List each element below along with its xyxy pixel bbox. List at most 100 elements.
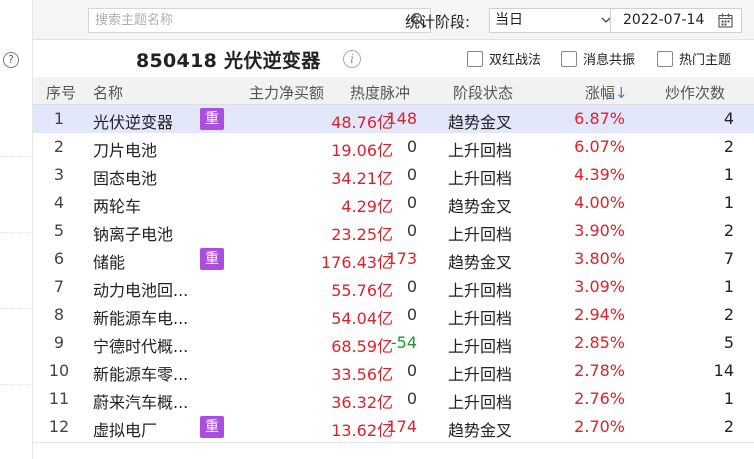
table-row[interactable]: 2 刀片电池 19.06亿 0 上升回档 6.07% 2 xyxy=(33,133,754,161)
page-title: 850418 光伏逆变器 xyxy=(136,50,321,72)
row-heat: 173 xyxy=(386,249,417,268)
key-topic-badge: 重 xyxy=(200,416,224,438)
table-row[interactable]: 10 新能源车零... 33.56亿 0 上升回档 2.78% 14 xyxy=(33,357,754,385)
key-topic-badge: 重 xyxy=(200,248,224,270)
row-change: 4.00% xyxy=(574,193,625,212)
table-row[interactable]: 4 两轮车 4.29亿 0 趋势金叉 4.00% 1 xyxy=(33,189,754,217)
column-header-stage[interactable]: 阶段状态 xyxy=(453,82,513,103)
checkbox[interactable] xyxy=(467,51,483,67)
row-name: 刀片电池 xyxy=(93,141,158,160)
row-name: 固态电池 xyxy=(93,169,158,188)
row-net-buy: 13.62亿 xyxy=(331,421,393,440)
table-row[interactable]: 9 宁德时代概... 68.59亿 -54 上升回档 2.85% 5 xyxy=(33,329,754,357)
row-change: 3.09% xyxy=(574,277,625,296)
row-stage: 趋势金叉 xyxy=(448,253,513,272)
row-heat: 0 xyxy=(406,389,417,408)
row-change: 2.76% xyxy=(574,389,625,408)
row-stage: 上升回档 xyxy=(448,281,513,300)
row-count: 4 xyxy=(723,109,734,128)
column-header-count[interactable]: 炒作次数 xyxy=(665,82,725,103)
row-name: 新能源车零... xyxy=(93,365,189,384)
row-name: 虚拟电厂 xyxy=(93,421,158,440)
row-heat: 0 xyxy=(406,137,417,156)
column-header-index[interactable]: 序号 xyxy=(46,82,76,103)
row-change: 2.94% xyxy=(574,305,625,324)
row-name: 宁德时代概... xyxy=(93,337,189,356)
help-icon[interactable]: ? xyxy=(3,52,19,68)
row-net-buy: 33.56亿 xyxy=(331,365,393,384)
row-name: 光伏逆变器 xyxy=(93,113,174,132)
row-count: 2 xyxy=(723,221,734,240)
stage-select-value: 当日 xyxy=(495,12,523,28)
table-row[interactable]: 12 虚拟电厂 重 13.62亿 174 趋势金叉 2.70% 2 xyxy=(33,413,754,441)
option-news-resonance[interactable]: 消息共振 xyxy=(561,49,635,68)
row-stage: 上升回档 xyxy=(448,169,513,188)
row-index: 1 xyxy=(53,109,65,128)
row-count: 1 xyxy=(723,389,734,408)
row-name: 两轮车 xyxy=(93,197,142,216)
option-label: 双红战法 xyxy=(489,53,542,68)
row-index: 6 xyxy=(53,249,65,268)
row-change: 4.39% xyxy=(574,165,625,184)
table-body: 1 光伏逆变器重 48.76亿 148 趋势金叉 6.87% 4 2 刀片电池 19.06亿 0 上升… xyxy=(33,105,754,441)
row-name: 蔚来汽车概... xyxy=(93,393,189,412)
row-net-buy: 36.32亿 xyxy=(331,393,393,412)
row-index: 8 xyxy=(53,305,65,324)
row-index: 3 xyxy=(53,165,65,184)
board-header: 850418 光伏逆变器 i 双红战法 消息共振 热门主题 xyxy=(33,40,754,77)
table-row[interactable]: 6 储能 重 176.43亿 173 趋势金叉 3.80% 7 xyxy=(33,245,754,273)
row-heat: 0 xyxy=(406,277,417,296)
table-row[interactable]: 3 固态电池 34.21亿 0 上升回档 4.39% 1 xyxy=(33,161,754,189)
row-stage: 趋势金叉 xyxy=(448,421,513,440)
row-index: 4 xyxy=(53,193,65,212)
row-count: 7 xyxy=(723,249,734,268)
column-header-name[interactable]: 名称 xyxy=(93,82,123,103)
row-heat: 0 xyxy=(406,193,417,212)
table-row[interactable]: 1 光伏逆变器 重 48.76亿 148 趋势金叉 6.87% 4 xyxy=(33,105,754,133)
table-row[interactable]: 8 新能源车电... 54.04亿 0 上升回档 2.94% 2 xyxy=(33,301,754,329)
left-side-strip: ? xyxy=(0,0,33,459)
row-count: 2 xyxy=(723,305,734,324)
row-stage: 趋势金叉 xyxy=(448,197,513,216)
date-picker[interactable]: 2022-07-14 xyxy=(610,8,742,33)
option-hot-topic[interactable]: 热门主题 xyxy=(657,49,731,68)
row-change: 6.07% xyxy=(574,137,625,156)
row-heat: -54 xyxy=(390,333,417,352)
search-box[interactable] xyxy=(88,8,431,33)
search-input[interactable] xyxy=(89,9,389,32)
column-header-change-label: 涨幅 xyxy=(585,84,616,102)
row-stage: 趋势金叉 xyxy=(448,113,513,132)
row-change: 2.78% xyxy=(574,361,625,380)
checkbox[interactable] xyxy=(561,51,577,67)
stage-select[interactable]: 当日 xyxy=(489,8,620,33)
row-name: 钠离子电池 xyxy=(93,225,174,244)
row-count: 1 xyxy=(723,165,734,184)
info-icon[interactable]: i xyxy=(343,50,361,68)
row-index: 12 xyxy=(48,417,70,436)
option-double-red[interactable]: 双红战法 xyxy=(467,49,541,68)
row-net-buy: 68.59亿 xyxy=(331,337,393,356)
row-change: 3.80% xyxy=(574,249,625,268)
row-stage: 上升回档 xyxy=(448,337,513,356)
row-index: 9 xyxy=(53,333,65,352)
column-header-net-buy[interactable]: 主力净买额 xyxy=(249,82,324,103)
table-row[interactable]: 7 动力电池回... 55.76亿 0 上升回档 3.09% 1 xyxy=(33,273,754,301)
row-index: 5 xyxy=(53,221,65,240)
row-heat: 174 xyxy=(386,417,417,436)
row-count: 2 xyxy=(723,417,734,436)
row-index: 7 xyxy=(53,277,65,296)
row-name: 新能源车电... xyxy=(93,309,189,328)
table-row[interactable]: 11 蔚来汽车概... 36.32亿 0 上升回档 2.76% 1 xyxy=(33,385,754,413)
row-stage: 上升回档 xyxy=(448,141,513,160)
calendar-icon[interactable] xyxy=(718,13,733,28)
column-header-heat[interactable]: 热度脉冲 xyxy=(350,82,410,103)
column-header-change[interactable]: 涨幅↓ xyxy=(585,82,628,103)
row-count: 5 xyxy=(723,333,734,352)
row-change: 2.85% xyxy=(574,333,625,352)
divider xyxy=(0,156,30,157)
row-net-buy: 54.04亿 xyxy=(331,309,393,328)
checkbox[interactable] xyxy=(657,51,673,67)
table-row[interactable]: 5 钠离子电池 23.25亿 0 上升回档 3.90% 2 xyxy=(33,217,754,245)
row-count: 14 xyxy=(713,361,734,380)
stage-label: 统计阶段: xyxy=(405,13,471,31)
